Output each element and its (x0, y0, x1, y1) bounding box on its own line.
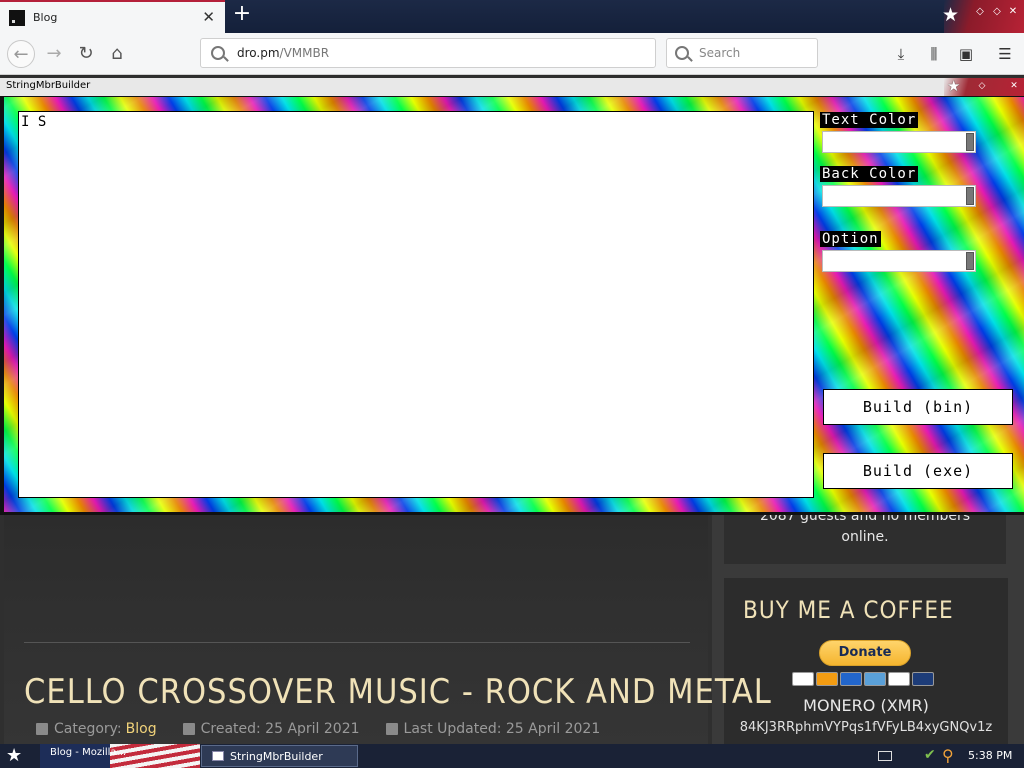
search-icon (211, 46, 225, 60)
option-field[interactable] (822, 250, 976, 272)
url-domain: dro.pm (237, 46, 280, 60)
taskbar-item-stringmbrbuilder[interactable]: StringMbrBuilder (201, 745, 358, 767)
close-tab-icon[interactable]: ✕ (202, 8, 215, 26)
clock[interactable]: 5:38 PM (968, 749, 1012, 762)
maximize-icon[interactable]: ◇ (990, 5, 1004, 19)
updated-date: Last Updated: 25 April 2021 (403, 721, 601, 737)
category-prefix: Category: (54, 721, 122, 737)
browser-navbar: ← → ↻ ⌂ dro.pm/VMMBR Search ⤓ ⫼ ▣ ☰ (0, 33, 1024, 75)
visa-icon (792, 672, 814, 686)
text-editor[interactable]: I S (18, 111, 814, 498)
folder-icon (36, 723, 48, 735)
monero-address: 84KJ3RRphmVYPqs1fVFyLB4xyGNQv1z (739, 720, 993, 735)
favicon-icon (9, 9, 25, 26)
slider-handle[interactable] (966, 252, 974, 270)
mastercard-icon (816, 672, 838, 686)
forward-icon[interactable]: → (40, 40, 68, 68)
search-tray-icon[interactable]: ⚲ (942, 746, 954, 765)
back-color-label: Back Color (820, 166, 919, 182)
tab-title: Blog (33, 11, 58, 24)
app-titlebar: StringMbrBuilder ★ ◇ ✕ (0, 77, 1024, 96)
search-input[interactable]: Search (666, 38, 818, 68)
category-meta: Category: Blog (36, 721, 157, 737)
back-icon[interactable]: ← (7, 40, 35, 68)
url-path: /VMMBR (279, 46, 330, 60)
created-date: Created: 25 April 2021 (200, 721, 360, 737)
star-icon: ★ (947, 77, 961, 95)
article-title[interactable]: CELLO CROSSOVER MUSIC - ROCK AND METAL (24, 672, 772, 712)
taskbar-item-browser[interactable]: Blog - Mozilla... (50, 747, 126, 758)
taskbar-item-label: StringMbrBuilder (230, 749, 323, 763)
star-icon: ★ (942, 4, 960, 26)
maestro-icon (840, 672, 862, 686)
category-link[interactable]: Blog (126, 721, 157, 737)
updated-meta: Last Updated: 25 April 2021 (385, 721, 601, 737)
article-meta: Category: Blog Created: 25 April 2021 La… (36, 721, 626, 737)
app-maximize-icon[interactable]: ◇ (976, 80, 988, 92)
build-exe-button[interactable]: Build (exe) (823, 453, 1013, 489)
text-color-field[interactable] (822, 131, 976, 153)
payment-cards (792, 672, 934, 686)
taskbar: ★ Blog - Mozilla... StringMbrBuilder ✔ ⚲… (0, 744, 1024, 768)
start-menu-icon[interactable]: ★ (6, 746, 22, 766)
download-icon[interactable]: ⤓ (890, 43, 912, 65)
window-icon (212, 751, 224, 761)
calendar-icon (182, 723, 195, 735)
online-line-2: online. (841, 529, 889, 545)
keyboard-icon[interactable] (878, 751, 892, 761)
sidebar-icon[interactable]: ▣ (955, 43, 977, 65)
new-tab-icon[interactable]: + (230, 3, 254, 27)
coffee-title: BUY ME A COFFEE (743, 596, 954, 624)
option-label: Option (820, 231, 881, 247)
browser-tab-bar: Blog ✕ + ★ ◇ ◇ ✕ (0, 0, 1024, 33)
minimize-icon[interactable]: ◇ (973, 5, 987, 19)
slider-handle[interactable] (966, 187, 974, 205)
reload-icon[interactable]: ↻ (72, 40, 100, 68)
discover-icon (888, 672, 910, 686)
url-bar[interactable]: dro.pm/VMMBR (200, 38, 656, 68)
search-icon (675, 46, 689, 60)
tab-blog[interactable]: Blog ✕ (0, 0, 225, 33)
amex-icon (864, 672, 886, 686)
library-icon[interactable]: ⫼ (923, 43, 945, 65)
slider-handle[interactable] (966, 133, 974, 151)
donate-button[interactable]: Donate (819, 640, 911, 666)
bank-card-icon (912, 672, 934, 686)
network-icon[interactable]: ✔ (924, 747, 936, 763)
close-window-icon[interactable]: ✕ (1006, 5, 1020, 19)
app-title: StringMbrBuilder (6, 80, 91, 91)
divider (24, 642, 690, 643)
created-meta: Created: 25 April 2021 (182, 721, 360, 737)
app-close-icon[interactable]: ✕ (1008, 80, 1020, 92)
home-icon[interactable]: ⌂ (103, 40, 131, 68)
back-color-field[interactable] (822, 185, 976, 207)
build-bin-button[interactable]: Build (bin) (823, 389, 1013, 425)
menu-icon[interactable]: ☰ (994, 43, 1016, 65)
search-placeholder: Search (699, 46, 741, 60)
calendar-icon (385, 723, 398, 735)
text-color-label: Text Color (820, 112, 919, 128)
